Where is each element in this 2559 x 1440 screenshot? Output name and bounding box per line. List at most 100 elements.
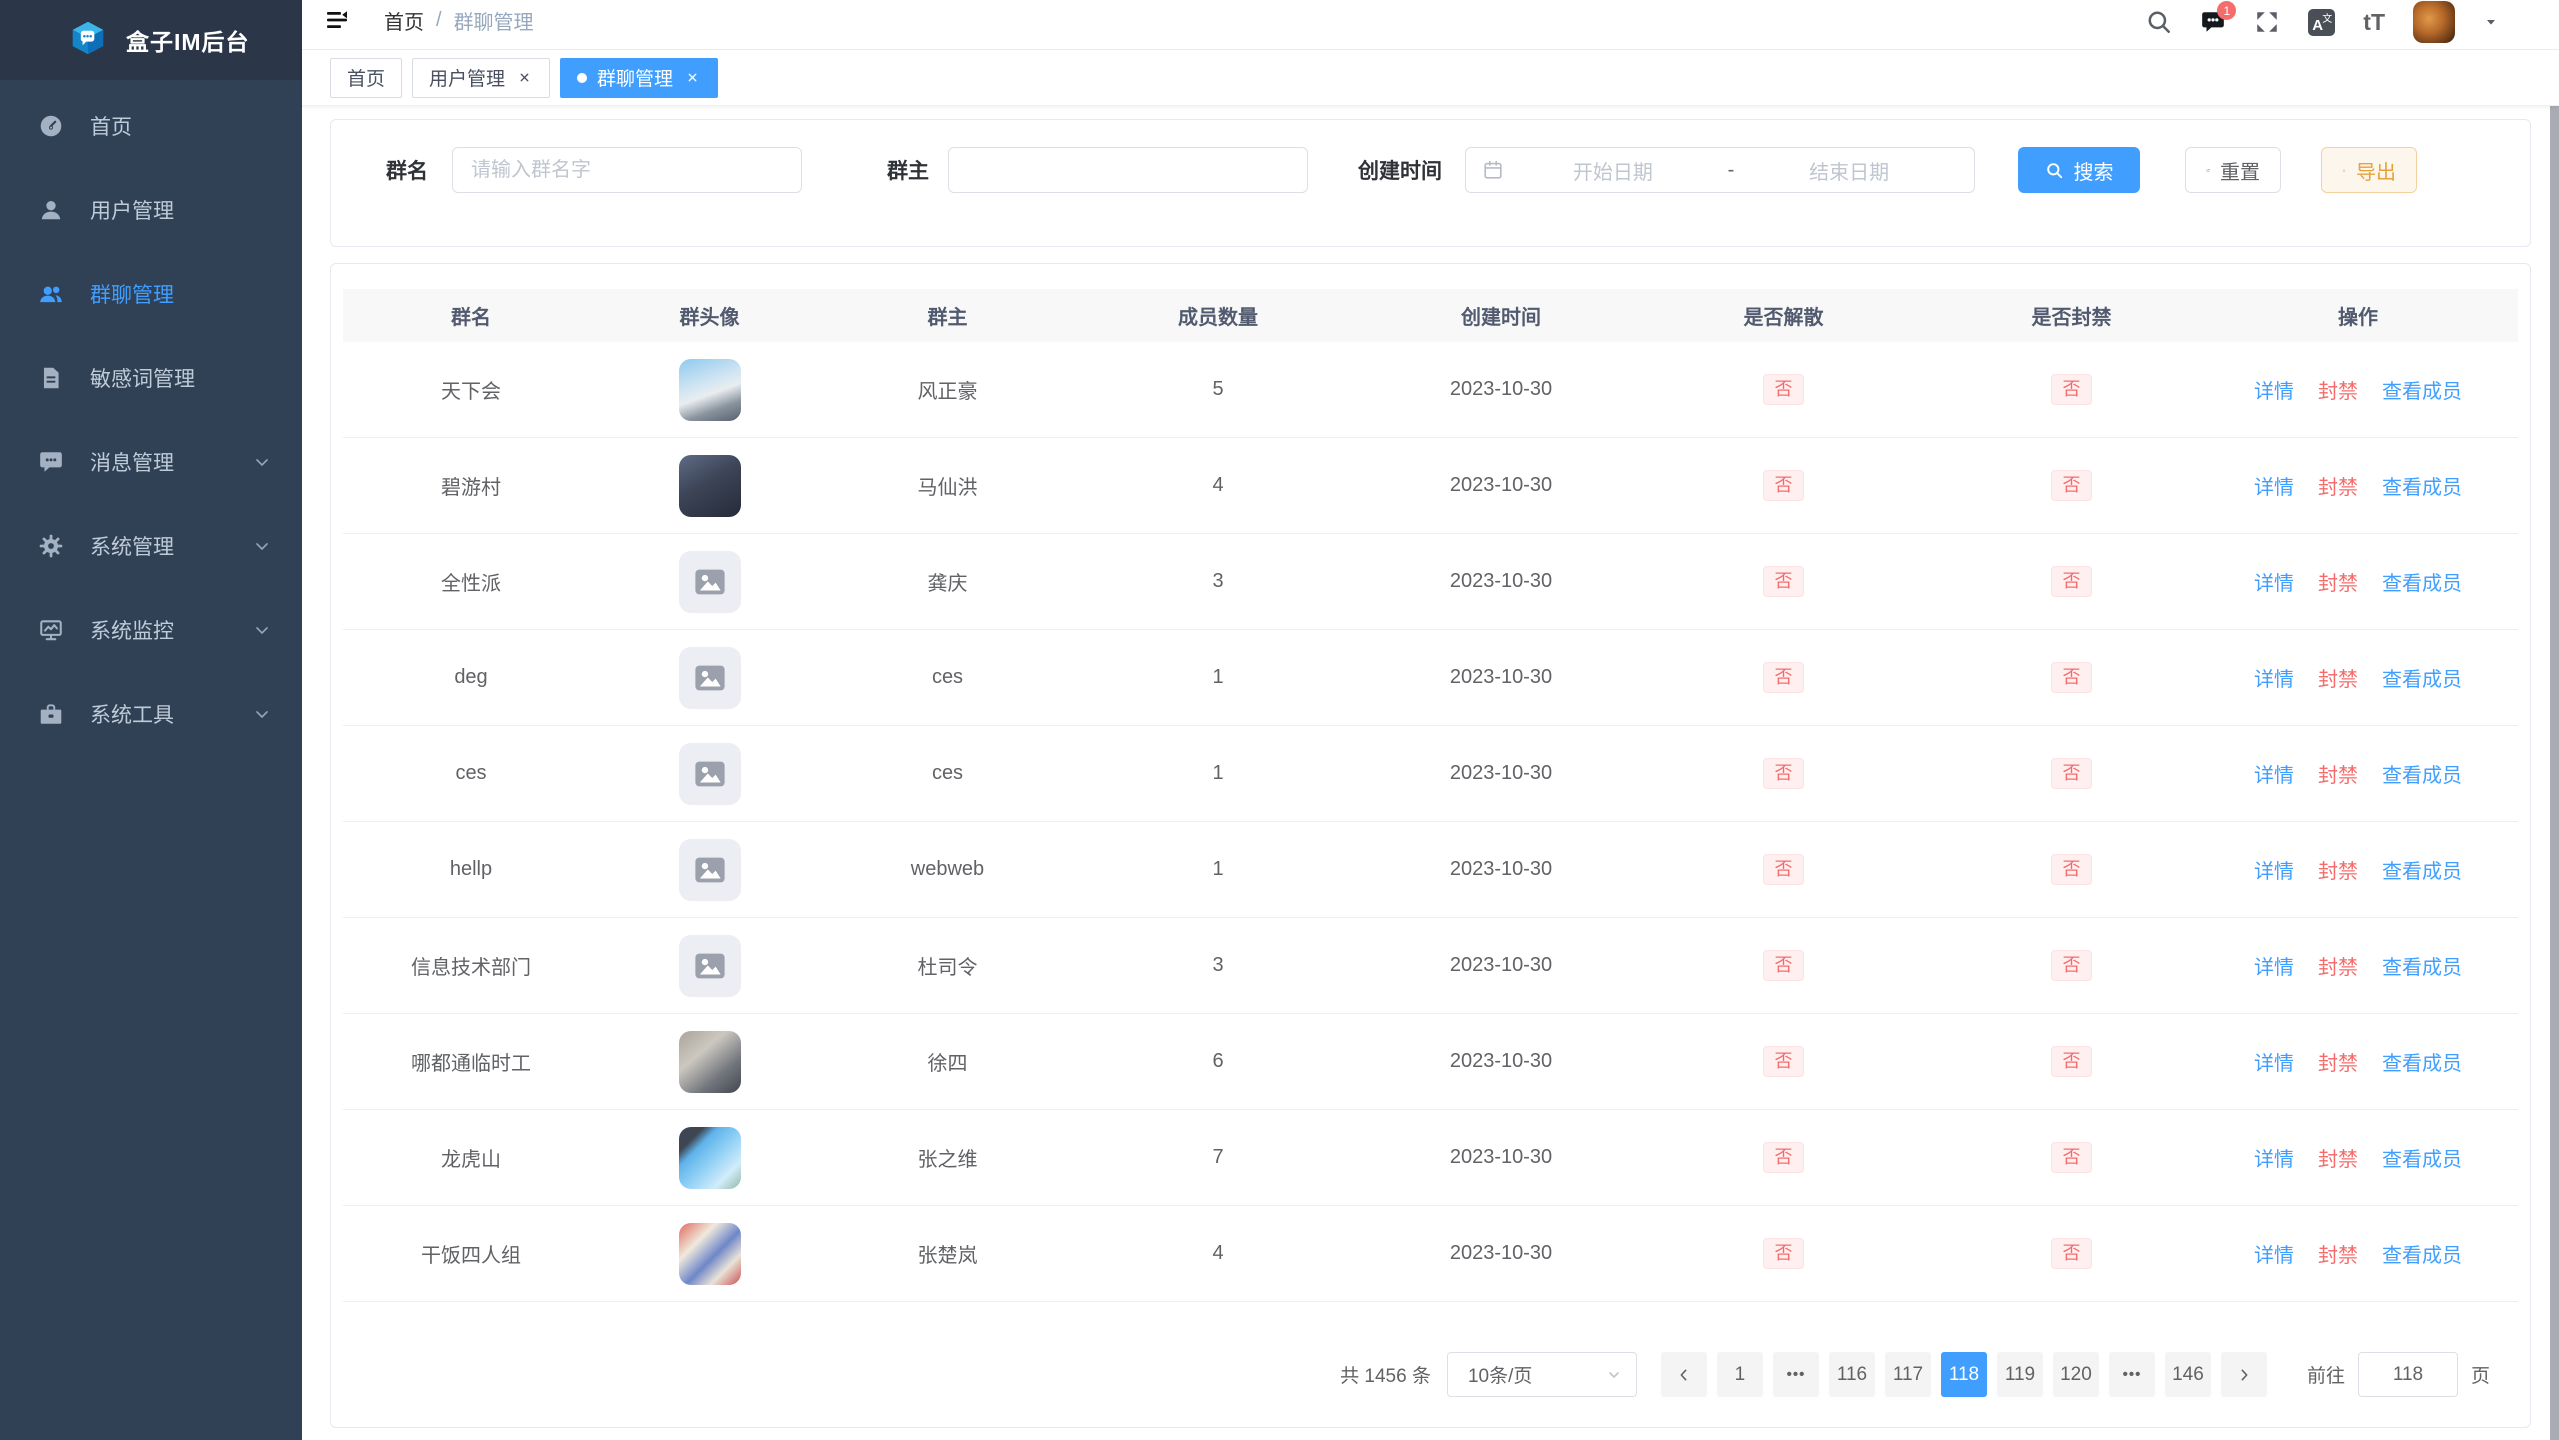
view-members-link[interactable]: 查看成员	[2382, 759, 2462, 788]
pager-next-button[interactable]	[2221, 1352, 2267, 1397]
ban-link[interactable]: 封禁	[2318, 1239, 2358, 1268]
jump-page-input[interactable]	[2358, 1352, 2458, 1397]
ban-link[interactable]: 封禁	[2318, 567, 2358, 596]
table-header-row: 群名群头像群主成员数量创建时间是否解散是否封禁操作	[343, 289, 2518, 342]
reset-button[interactable]: 重置	[2185, 147, 2281, 193]
ban-link[interactable]: 封禁	[2318, 663, 2358, 692]
sidebar-item-home[interactable]: 首页	[0, 84, 302, 168]
view-members-link[interactable]: 查看成员	[2382, 567, 2462, 596]
sidebar-item-sensitive-words[interactable]: 敏感词管理	[0, 336, 302, 420]
tab-group-management[interactable]: 群聊管理	[560, 58, 718, 98]
view-members-link[interactable]: 查看成员	[2382, 951, 2462, 980]
search-icon[interactable]	[2146, 9, 2172, 35]
group-owner-input[interactable]	[948, 147, 1308, 193]
pager-prev-button[interactable]	[1661, 1352, 1707, 1397]
group-avatar-image[interactable]	[679, 1127, 741, 1189]
view-members-link[interactable]: 查看成员	[2382, 1143, 2462, 1172]
pager-page-119[interactable]: 119	[1997, 1352, 2043, 1397]
group-avatar-image[interactable]	[679, 455, 741, 517]
group-avatar-image[interactable]	[679, 359, 741, 421]
sidebar-item-system-tools[interactable]: 系统工具	[0, 672, 302, 756]
search-button[interactable]: 搜索	[2018, 147, 2140, 193]
detail-link[interactable]: 详情	[2254, 1239, 2294, 1268]
view-members-link[interactable]: 查看成员	[2382, 663, 2462, 692]
detail-link[interactable]: 详情	[2254, 471, 2294, 500]
pager-page-116[interactable]: 116	[1829, 1352, 1875, 1397]
group-avatar-placeholder-icon[interactable]	[679, 839, 741, 901]
ban-link[interactable]: 封禁	[2318, 375, 2358, 404]
pager-ellipsis[interactable]: •••	[2109, 1352, 2155, 1397]
date-range-picker[interactable]: 开始日期 - 结束日期	[1465, 147, 1975, 193]
create-time-label: 创建时间	[1358, 155, 1442, 185]
sidebar-item-group-management[interactable]: 群聊管理	[0, 252, 302, 336]
view-members-link[interactable]: 查看成员	[2382, 375, 2462, 404]
dissolved-badge: 否	[1763, 566, 1804, 597]
view-members-link[interactable]: 查看成员	[2382, 1047, 2462, 1076]
start-date-placeholder[interactable]: 开始日期	[1504, 156, 1722, 185]
view-members-link[interactable]: 查看成员	[2382, 855, 2462, 884]
font-size-icon[interactable]: tT	[2363, 11, 2385, 34]
language-translate-icon[interactable]: A 文	[2308, 9, 2335, 36]
cell-group-owner: webweb	[820, 858, 1075, 881]
cell-actions: 详情 封禁 查看成员	[2217, 375, 2499, 404]
vertical-scrollbar[interactable]	[2550, 50, 2559, 1440]
app-logo[interactable]: 盒子IM后台	[0, 0, 302, 80]
user-menu-caret-icon[interactable]	[2483, 14, 2499, 30]
ban-link[interactable]: 封禁	[2318, 1047, 2358, 1076]
breadcrumb-home[interactable]: 首页	[384, 6, 424, 35]
tab-close-icon[interactable]	[683, 69, 701, 87]
banned-badge: 否	[2051, 1142, 2092, 1173]
ban-link[interactable]: 封禁	[2318, 855, 2358, 884]
user-avatar[interactable]	[2413, 1, 2455, 43]
tab-home[interactable]: 首页	[330, 58, 402, 98]
detail-link[interactable]: 详情	[2254, 855, 2294, 884]
column-header-3: 成员数量	[1075, 301, 1361, 330]
table-row: 龙虎山 张之维 7 2023-10-30 否 否 详情 封禁 查看成员	[343, 1110, 2518, 1206]
view-members-link[interactable]: 查看成员	[2382, 471, 2462, 500]
sidebar-item-system-monitor[interactable]: 系统监控	[0, 588, 302, 672]
detail-link[interactable]: 详情	[2254, 1143, 2294, 1172]
pager-ellipsis[interactable]: •••	[1773, 1352, 1819, 1397]
detail-link[interactable]: 详情	[2254, 951, 2294, 980]
ban-link[interactable]: 封禁	[2318, 1143, 2358, 1172]
detail-link[interactable]: 详情	[2254, 1047, 2294, 1076]
tab-close-icon[interactable]	[515, 69, 533, 87]
cell-group-name: deg	[343, 666, 599, 689]
sidebar-toggle-icon[interactable]	[324, 8, 350, 32]
group-name-input[interactable]	[452, 147, 802, 193]
ban-link[interactable]: 封禁	[2318, 951, 2358, 980]
pager-page-118[interactable]: 118	[1941, 1352, 1987, 1397]
page-size-select[interactable]: 10条/页	[1447, 1352, 1637, 1397]
sidebar-item-system-management[interactable]: 系统管理	[0, 504, 302, 588]
tab-user-management[interactable]: 用户管理	[412, 58, 550, 98]
group-avatar-placeholder-icon[interactable]	[679, 935, 741, 997]
cell-group-name: ces	[343, 762, 599, 785]
pager-page-146[interactable]: 146	[2165, 1352, 2211, 1397]
banned-badge: 否	[2051, 758, 2092, 789]
pager-page-120[interactable]: 120	[2053, 1352, 2099, 1397]
view-members-link[interactable]: 查看成员	[2382, 1239, 2462, 1268]
cell-dissolved: 否	[1641, 1142, 1926, 1173]
group-avatar-image[interactable]	[679, 1223, 741, 1285]
user-icon	[38, 197, 64, 223]
sidebar-item-user-management[interactable]: 用户管理	[0, 168, 302, 252]
pager-page-117[interactable]: 117	[1885, 1352, 1931, 1397]
ban-link[interactable]: 封禁	[2318, 759, 2358, 788]
detail-link[interactable]: 详情	[2254, 567, 2294, 596]
cell-group-avatar	[599, 359, 820, 421]
detail-link[interactable]: 详情	[2254, 759, 2294, 788]
end-date-placeholder[interactable]: 结束日期	[1740, 156, 1958, 185]
export-button[interactable]: 导出	[2321, 147, 2417, 193]
group-avatar-placeholder-icon[interactable]	[679, 551, 741, 613]
fullscreen-icon[interactable]	[2254, 9, 2280, 35]
cell-group-name: 全性派	[343, 567, 599, 596]
group-avatar-image[interactable]	[679, 1031, 741, 1093]
detail-link[interactable]: 详情	[2254, 663, 2294, 692]
messages-icon[interactable]: 1	[2200, 9, 2226, 35]
sidebar-item-message-management[interactable]: 消息管理	[0, 420, 302, 504]
pager-page-1[interactable]: 1	[1717, 1352, 1763, 1397]
group-avatar-placeholder-icon[interactable]	[679, 743, 741, 805]
group-avatar-placeholder-icon[interactable]	[679, 647, 741, 709]
detail-link[interactable]: 详情	[2254, 375, 2294, 404]
ban-link[interactable]: 封禁	[2318, 471, 2358, 500]
